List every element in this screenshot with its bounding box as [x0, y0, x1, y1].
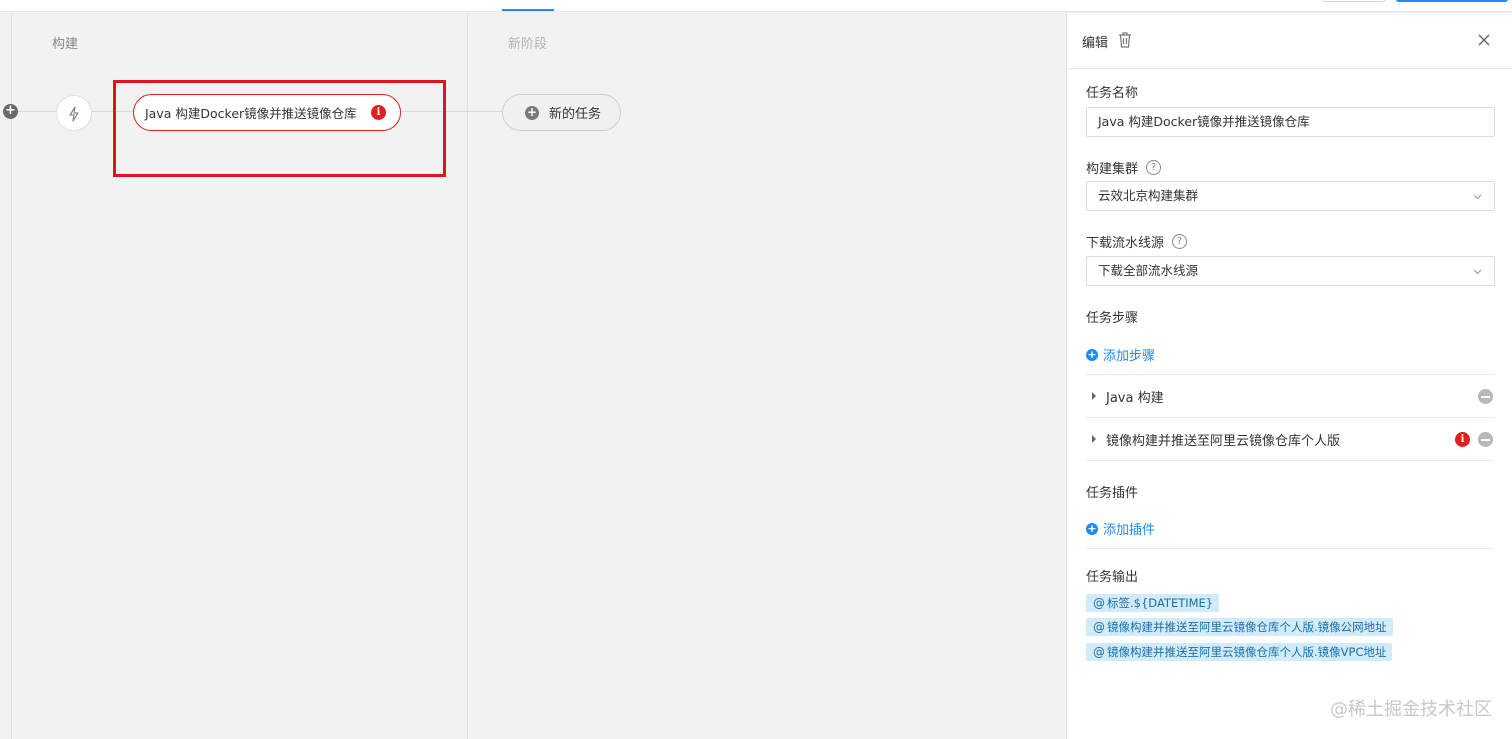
lightning-icon	[69, 105, 79, 122]
trash-icon[interactable]	[1117, 31, 1133, 49]
source-select[interactable]: 下载全部流水线源	[1086, 256, 1495, 286]
source-select-value: 下载全部流水线源	[1098, 263, 1199, 278]
plus-circle-icon: +	[1086, 521, 1098, 535]
output-tag-label: 镜像构建并推送至阿里云镜像仓库个人版.镜像VPC地址	[1107, 645, 1387, 659]
at-icon: @	[1093, 596, 1105, 610]
output-tag[interactable]: @ 镜像构建并推送至阿里云镜像仓库个人版.镜像VPC地址	[1086, 643, 1393, 661]
panel-title: 编辑	[1082, 36, 1109, 51]
at-icon: @	[1093, 620, 1105, 634]
add-plugin-label: 添加插件	[1103, 523, 1156, 538]
step-row-java-build[interactable]: Java 构建	[1086, 375, 1495, 417]
watermark: @稀土掘金技术社区	[1330, 699, 1492, 720]
output-tag-label: 标签.${DATETIME}	[1107, 596, 1214, 610]
source-label-text: 下载流水线源	[1086, 236, 1165, 251]
divider	[1086, 548, 1495, 549]
canvas-left-border	[11, 13, 12, 739]
secondary-button[interactable]	[1322, 0, 1386, 2]
pipeline-canvas: 构建 新阶段 + Java 构建Docker镜像并推送镜像仓库 i + 新的任务	[0, 13, 1066, 739]
add-step-link[interactable]: + 添加步骤	[1086, 345, 1155, 364]
edit-panel: 编辑 任务名称 Java 构建Docker镜像并推送镜像仓库 构建集群 ? 云效…	[1066, 13, 1512, 739]
close-icon[interactable]	[1475, 31, 1493, 49]
remove-step-icon[interactable]	[1478, 388, 1493, 404]
caret-right-icon[interactable]	[1092, 435, 1096, 443]
help-icon[interactable]: ?	[1172, 234, 1188, 249]
stage-title-new[interactable]: 新阶段	[508, 33, 547, 52]
output-tag[interactable]: @ 镜像构建并推送至阿里云镜像仓库个人版.镜像公网地址	[1086, 618, 1393, 636]
plus-circle-icon: +	[1086, 347, 1098, 361]
remove-step-icon[interactable]	[1478, 431, 1493, 447]
highlight-annotation-box	[113, 80, 446, 177]
outputs-label: 任务输出	[1086, 570, 1139, 585]
stage-divider	[467, 13, 468, 739]
stage-title-build[interactable]: 构建	[52, 33, 78, 52]
active-tab-indicator	[502, 9, 554, 11]
task-name-input[interactable]: Java 构建Docker镜像并推送镜像仓库	[1086, 107, 1495, 137]
cluster-label: 构建集群 ?	[1086, 158, 1162, 177]
cluster-select-value: 云效北京构建集群	[1098, 188, 1199, 203]
add-plugin-link[interactable]: + 添加插件	[1086, 519, 1155, 538]
cluster-label-text: 构建集群	[1086, 162, 1139, 177]
new-task-label: 新的任务	[549, 107, 602, 122]
steps-label: 任务步骤	[1086, 311, 1139, 326]
divider	[1086, 460, 1495, 461]
add-stage-plus-icon[interactable]: +	[3, 104, 18, 119]
trigger-node[interactable]	[56, 95, 92, 131]
at-icon: @	[1093, 645, 1105, 659]
caret-right-icon[interactable]	[1092, 392, 1096, 400]
add-step-label: 添加步骤	[1103, 349, 1156, 364]
output-tag[interactable]: @ 标签.${DATETIME}	[1086, 594, 1220, 612]
help-icon[interactable]: ?	[1146, 160, 1162, 175]
plugins-label: 任务插件	[1086, 486, 1139, 501]
chevron-down-icon	[1473, 269, 1482, 275]
new-task-button[interactable]: + 新的任务	[502, 94, 621, 131]
step-row-image-push[interactable]: 镜像构建并推送至阿里云镜像仓库个人版 i	[1086, 418, 1495, 460]
panel-header: 编辑	[1067, 13, 1512, 69]
top-toolbar	[0, 0, 1512, 12]
step-label: Java 构建	[1106, 390, 1164, 406]
plus-circle-icon: +	[525, 104, 539, 120]
chevron-down-icon	[1473, 194, 1482, 200]
task-name-label-text: 任务名称	[1086, 86, 1139, 101]
primary-button[interactable]	[1396, 0, 1508, 2]
cluster-select[interactable]: 云效北京构建集群	[1086, 181, 1495, 211]
task-name-label: 任务名称	[1086, 82, 1138, 101]
step-label: 镜像构建并推送至阿里云镜像仓库个人版	[1106, 433, 1341, 449]
source-label: 下载流水线源 ?	[1086, 232, 1188, 251]
output-tag-label: 镜像构建并推送至阿里云镜像仓库个人版.镜像公网地址	[1107, 620, 1387, 634]
error-icon: i	[1455, 431, 1470, 447]
connector-line	[18, 111, 56, 112]
